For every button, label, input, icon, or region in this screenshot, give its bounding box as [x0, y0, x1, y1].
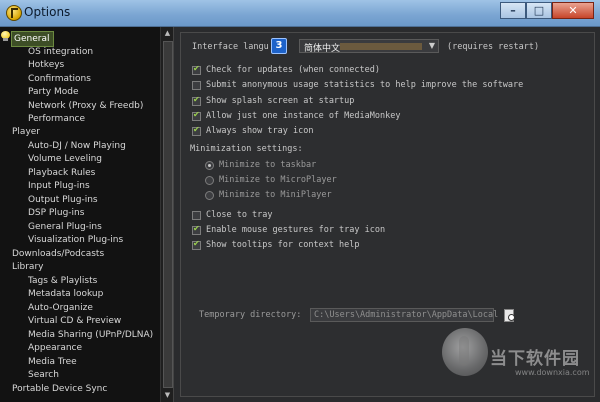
minimize-button[interactable]: – — [500, 2, 526, 19]
requires-restart-note: (requires restart) — [447, 42, 540, 52]
options-tree: General OS integration Hotkeys Confirmat… — [0, 27, 174, 402]
mouse-gestures-label: Enable mouse gestures for tray icon — [206, 225, 386, 235]
scrollbar-thumb[interactable] — [163, 41, 173, 388]
usage-statistics-label: Submit anonymous usage statistics to hel… — [206, 80, 524, 90]
tree-scrollbar[interactable]: ▲ ▼ — [160, 27, 173, 402]
close-button[interactable]: ✕ — [552, 2, 594, 19]
tree-item-player[interactable]: Player — [12, 125, 40, 139]
step-number-badge: 3 — [271, 38, 287, 54]
minimize-taskbar-radio[interactable] — [205, 161, 214, 170]
tree-item-playback-rules[interactable]: Playback Rules — [28, 166, 95, 180]
mouse-gestures-checkbox[interactable] — [192, 224, 201, 235]
tree-item-media-sharing[interactable]: Media Sharing (UPnP/DLNA) — [28, 328, 153, 342]
tree-item-volume-leveling[interactable]: Volume Leveling — [28, 152, 102, 166]
options-window: Options – □ ✕ General OS integration Hot… — [0, 0, 600, 402]
maximize-button[interactable]: □ — [526, 2, 552, 19]
tree-item-search[interactable]: Search — [28, 368, 59, 382]
tree-item-metadata-lookup[interactable]: Metadata lookup — [28, 287, 103, 301]
tree-item-auto-dj[interactable]: Auto-DJ / Now Playing — [28, 139, 126, 153]
watermark-url: www.downxia.com — [515, 368, 590, 377]
language-select[interactable]: 简体中文 ▼ — [299, 39, 439, 54]
close-to-tray-checkbox[interactable] — [192, 211, 201, 220]
temporary-directory-value: C:\Users\Administrator\AppData\Local — [314, 310, 499, 320]
tree-item-party-mode[interactable]: Party Mode — [28, 85, 78, 99]
tooltips-checkbox[interactable] — [192, 239, 201, 250]
tree-item-general-plugins[interactable]: General Plug-ins — [28, 220, 102, 234]
single-instance-label: Allow just one instance of MediaMonkey — [206, 111, 401, 121]
tree-item-portable-device-sync[interactable]: Portable Device Sync — [12, 382, 107, 396]
minimization-settings-label: Minimization settings: — [190, 144, 303, 154]
splash-screen-checkbox[interactable] — [192, 95, 201, 106]
splash-screen-label: Show splash screen at startup — [206, 96, 355, 106]
usage-statistics-checkbox[interactable] — [192, 81, 201, 90]
tree-item-dsp-plugins[interactable]: DSP Plug-ins — [28, 206, 84, 220]
tray-icon-checkbox[interactable] — [192, 125, 201, 136]
tree-item-os-integration[interactable]: OS integration — [28, 45, 93, 59]
tree-item-performance[interactable]: Performance — [28, 112, 85, 126]
tooltips-label: Show tooltips for context help — [206, 240, 360, 250]
check-for-updates-label: Check for updates (when connected) — [206, 65, 380, 75]
tree-item-downloads-podcasts[interactable]: Downloads/Podcasts — [12, 247, 104, 261]
watermark-logo — [442, 328, 488, 376]
mediamonkey-app-icon — [6, 5, 22, 21]
minimize-microplayer-radio[interactable] — [205, 176, 214, 185]
tree-item-hotkeys[interactable]: Hotkeys — [28, 58, 64, 72]
tree-item-auto-organize[interactable]: Auto-Organize — [28, 301, 93, 315]
check-for-updates-checkbox[interactable] — [192, 64, 201, 75]
single-instance-checkbox[interactable] — [192, 110, 201, 121]
tree-item-media-tree[interactable]: Media Tree — [28, 355, 77, 369]
tree-item-output-plugins[interactable]: Output Plug-ins — [28, 193, 98, 207]
tree-item-tags-playlists[interactable]: Tags & Playlists — [28, 274, 97, 288]
tree-item-network[interactable]: Network (Proxy & Freedb) — [28, 99, 143, 113]
tree-item-appearance[interactable]: Appearance — [28, 341, 82, 355]
minimize-miniplayer-radio[interactable] — [205, 191, 214, 200]
browse-folder-icon[interactable] — [503, 309, 515, 322]
language-select-value: 简体中文 — [304, 44, 341, 54]
minimize-taskbar-label: Minimize to taskbar — [219, 160, 317, 170]
tree-item-input-plugins[interactable]: Input Plug-ins — [28, 179, 90, 193]
tree-item-visualization-plugins[interactable]: Visualization Plug-ins — [28, 233, 123, 247]
minimize-microplayer-label: Minimize to MicroPlayer — [219, 175, 337, 185]
chevron-down-icon[interactable]: ▼ — [429, 40, 435, 52]
tree-item-confirmations[interactable]: Confirmations — [28, 72, 91, 86]
close-to-tray-label: Close to tray — [206, 210, 273, 220]
scroll-down-arrow-icon[interactable]: ▼ — [161, 389, 173, 401]
tree-item-library[interactable]: Library — [12, 260, 43, 274]
temporary-directory-label: Temporary directory: — [199, 310, 302, 320]
temporary-directory-input[interactable]: C:\Users\Administrator\AppData\Local — [310, 308, 498, 322]
lightbulb-icon — [1, 31, 10, 42]
window-title: Options — [24, 5, 71, 19]
minimize-miniplayer-label: Minimize to MiniPlayer — [219, 190, 332, 200]
interface-language-label: Interface langu — [192, 42, 269, 52]
title-bar[interactable]: Options – □ ✕ — [0, 0, 600, 27]
watermark-text: 当下软件园 — [490, 349, 580, 369]
scroll-up-arrow-icon[interactable]: ▲ — [161, 27, 173, 39]
window-controls: – □ ✕ — [500, 2, 594, 20]
tray-icon-label: Always show tray icon — [206, 126, 314, 136]
general-settings-panel: Interface langu 3 简体中文 ▼ (requires resta… — [180, 32, 595, 397]
tree-item-virtual-cd[interactable]: Virtual CD & Preview — [28, 314, 121, 328]
